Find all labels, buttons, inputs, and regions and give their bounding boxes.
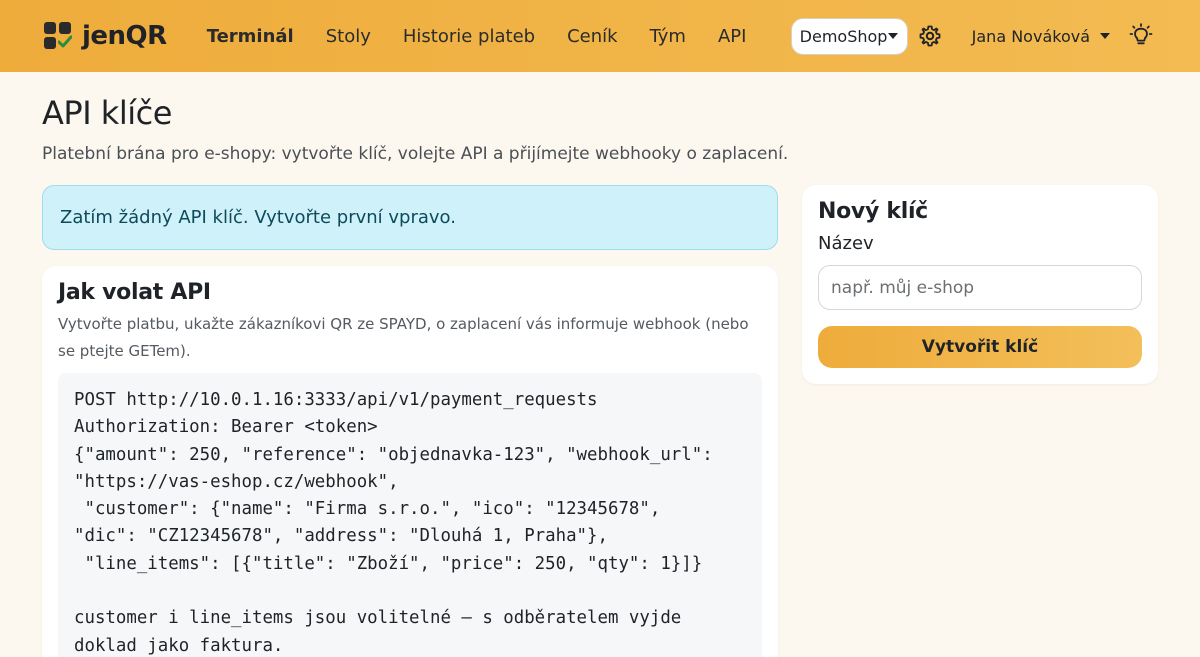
nav-link-payment-history[interactable]: Historie plateb bbox=[387, 26, 551, 47]
shop-select-value: DemoShop bbox=[799, 26, 888, 46]
content-columns: Zatím žádný API klíč. Vytvořte první vpr… bbox=[42, 185, 1158, 657]
shop-select[interactable]: DemoShop bbox=[790, 17, 908, 55]
lightbulb-icon[interactable] bbox=[1128, 23, 1154, 49]
right-column: Nový klíč Název Vytvořit klíč bbox=[802, 185, 1158, 657]
nav-link-tables[interactable]: Stoly bbox=[310, 26, 387, 47]
alert-text: Zatím žádný API klíč. Vytvořte první vpr… bbox=[60, 207, 456, 228]
user-menu[interactable]: Jana Nováková bbox=[972, 27, 1110, 46]
nav-links: Terminál Stoly Historie plateb Ceník Tým… bbox=[191, 26, 763, 47]
caret-down-icon bbox=[887, 33, 898, 39]
user-name: Jana Nováková bbox=[971, 26, 1090, 46]
page-subtitle: Platební brána pro e-shopy: vytvořte klí… bbox=[42, 144, 789, 164]
nav-link-pricing[interactable]: Ceník bbox=[551, 26, 633, 47]
api-usage-description: Vytvořte platbu, ukažte zákazníkovi QR z… bbox=[58, 315, 749, 360]
qr-check-logo-icon bbox=[44, 22, 72, 50]
main-content: API klíče Platební brána pro e-shopy: vy… bbox=[0, 72, 1200, 657]
api-code-example: POST http://10.0.1.16:3333/api/v1/paymen… bbox=[58, 373, 762, 657]
caret-down-icon bbox=[1100, 33, 1110, 39]
new-key-title: Nový klíč bbox=[818, 199, 928, 224]
nav-right: DemoShop Jana Nováková bbox=[790, 0, 1154, 72]
key-name-input[interactable] bbox=[818, 265, 1142, 310]
key-name-label: Název bbox=[818, 233, 874, 254]
nav-link-team[interactable]: Tým bbox=[634, 26, 702, 47]
create-key-button[interactable]: Vytvořit klíč bbox=[818, 326, 1142, 368]
nav-link-api[interactable]: API bbox=[702, 26, 762, 47]
brand[interactable]: jenQR bbox=[44, 21, 167, 51]
page-title: API klíče bbox=[42, 94, 172, 132]
top-navbar: jenQR Terminál Stoly Historie plateb Cen… bbox=[0, 0, 1200, 72]
api-usage-title: Jak volat API bbox=[58, 280, 211, 305]
new-key-card: Nový klíč Název Vytvořit klíč bbox=[802, 185, 1158, 384]
gear-icon[interactable] bbox=[918, 24, 942, 48]
brand-name: jenQR bbox=[82, 21, 167, 51]
empty-keys-alert: Zatím žádný API klíč. Vytvořte první vpr… bbox=[42, 185, 778, 250]
api-usage-card: Jak volat API Vytvořte platbu, ukažte zá… bbox=[42, 266, 778, 657]
nav-link-terminal[interactable]: Terminál bbox=[191, 26, 310, 47]
left-column: Zatím žádný API klíč. Vytvořte první vpr… bbox=[42, 185, 778, 657]
